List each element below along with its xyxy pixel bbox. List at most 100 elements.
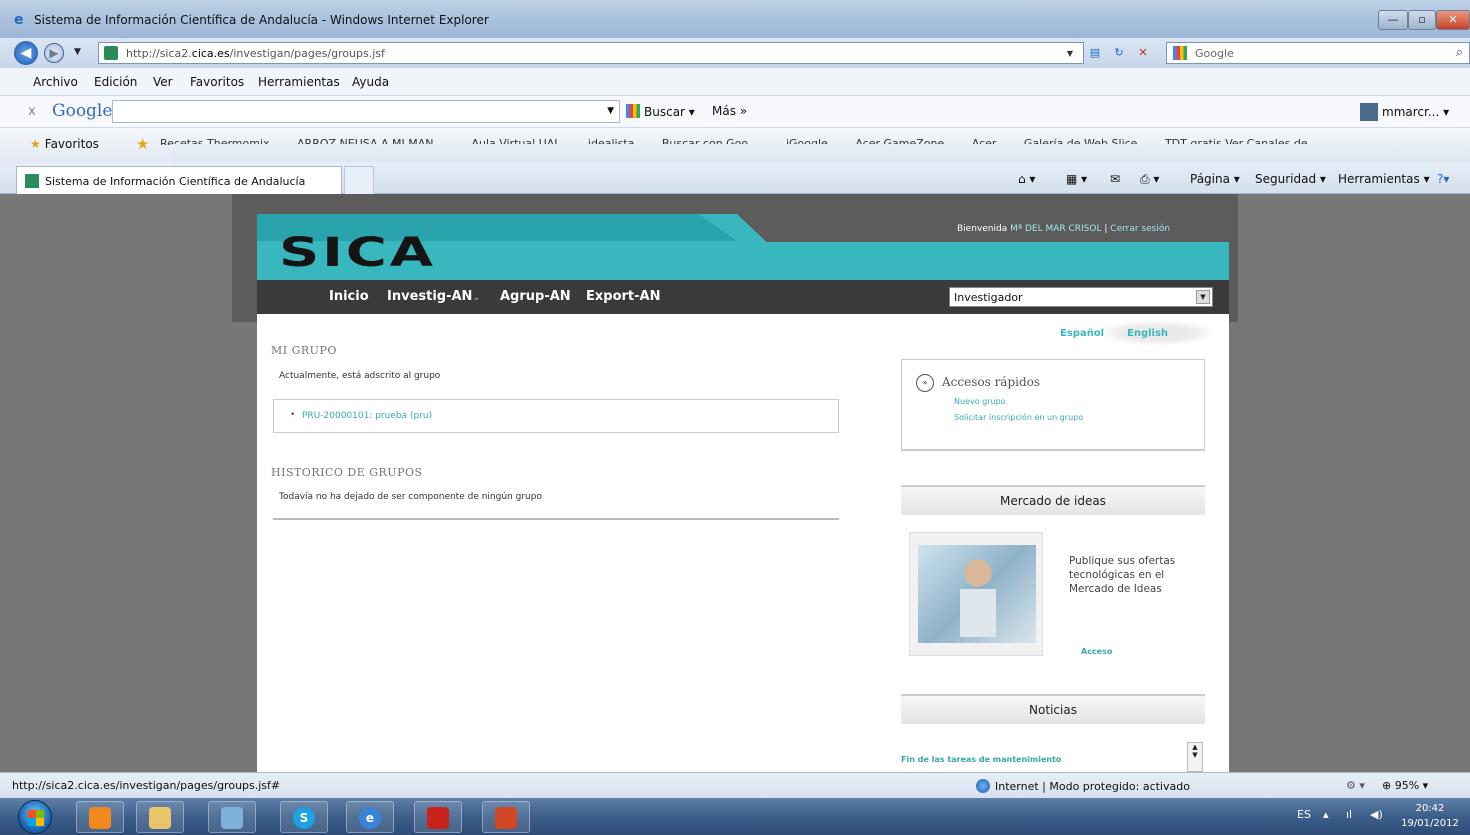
google-account-button[interactable]: mmarcr... ▾ xyxy=(1360,103,1449,121)
add-favorite-icon[interactable]: ★ xyxy=(136,135,149,153)
news-scrollbar[interactable]: ▲ ▼ xyxy=(1187,742,1203,772)
nav-agrup-an[interactable]: Agrup-AN xyxy=(500,289,571,304)
favorites-bar: ★ Favoritos ★ Recetas Thermomix ARROZ NEU… xyxy=(0,128,1470,162)
browser-search-box[interactable]: Google ⌕ xyxy=(1166,42,1470,64)
tray-arrow-icon[interactable]: ▴ xyxy=(1323,808,1329,821)
google-logo: Google xyxy=(52,101,113,121)
mas-button[interactable]: Más » xyxy=(712,104,747,118)
favorites-star-icon: ★ xyxy=(30,137,41,151)
menu-ayuda[interactable]: Ayuda xyxy=(352,75,389,89)
help-icon[interactable]: ?▾ xyxy=(1437,172,1449,186)
mercado-ideas-link[interactable]: Acceso xyxy=(1081,647,1112,656)
tab-sica[interactable]: Sistema de Información Científica de And… xyxy=(16,166,342,194)
home-icon[interactable]: ⌂ ▾ xyxy=(1018,172,1035,186)
new-group-link[interactable]: Nuevo grupo xyxy=(954,397,1006,406)
mi-grupo-text: Actualmente, está adscrito al grupo xyxy=(279,371,441,381)
media-player-taskbar-button[interactable] xyxy=(76,801,124,833)
explorer-taskbar-button[interactable] xyxy=(136,801,184,833)
volume-icon[interactable]: ◀) xyxy=(1370,808,1383,821)
print-icon[interactable]: ⎙ ▾ xyxy=(1140,172,1159,187)
toolbar-overlap xyxy=(172,144,1470,162)
noticias-header: Noticias xyxy=(901,694,1205,724)
sica-logo[interactable]: SICA xyxy=(279,230,436,276)
system-clock[interactable]: 20:42 19/01/2012 xyxy=(1400,801,1460,831)
address-url[interactable]: http://sica2.cica.es/investigan/pages/gr… xyxy=(126,47,385,60)
group-link[interactable]: PRU-20000101: prueba (pru) xyxy=(302,411,432,421)
globe-icon xyxy=(976,779,990,793)
new-tab-button[interactable] xyxy=(344,166,374,194)
news-item-link[interactable]: Fin de las tareas de mantenimiento xyxy=(901,755,1061,764)
powerpoint-icon xyxy=(495,807,517,829)
arrow-circle-icon: » xyxy=(916,374,934,392)
role-select[interactable]: Investigador ▼ xyxy=(949,287,1213,307)
site-favicon-icon xyxy=(104,46,118,60)
start-button[interactable] xyxy=(18,800,52,834)
forward-arrow-icon: ▶ xyxy=(49,46,59,60)
request-inscription-link[interactable]: Solicitar inscripción en un grupo xyxy=(954,413,1083,422)
menu-ver[interactable]: Ver xyxy=(153,75,173,89)
window-title-bar: e Sistema de Información Científica de A… xyxy=(0,0,1470,38)
address-bar[interactable]: http://sica2.cica.es/investigan/pages/gr… xyxy=(98,42,1084,64)
compatibility-view-icon[interactable]: ▤ xyxy=(1086,45,1104,61)
lang-espanol-link[interactable]: Español xyxy=(1060,328,1104,339)
powerpoint-taskbar-button[interactable] xyxy=(482,801,530,833)
site-favicon-icon xyxy=(25,174,39,188)
menu-bar: Archivo Edición Ver Favoritos Herramient… xyxy=(0,68,1470,96)
quick-access-panel: » Accesos rápidos Nuevo grupo Solicitar … xyxy=(901,359,1205,451)
search-icon[interactable]: ⌕ xyxy=(1456,45,1463,60)
security-menu[interactable]: Seguridad ▾ xyxy=(1255,172,1326,186)
search-provider-label: Google xyxy=(1195,47,1234,60)
ie-icon: e xyxy=(359,807,381,829)
menu-herramientas[interactable]: Herramientas xyxy=(258,75,340,89)
address-dropdown-icon[interactable]: ▼ xyxy=(1061,46,1079,62)
folder-icon xyxy=(149,807,171,829)
page-menu[interactable]: Página ▾ xyxy=(1190,172,1240,186)
favorites-button[interactable]: ★ Favoritos xyxy=(30,137,99,151)
pdf-icon xyxy=(427,807,449,829)
minimize-button[interactable]: — xyxy=(1378,10,1408,30)
google-search-input[interactable]: ▼ xyxy=(112,100,620,123)
refresh-icon[interactable]: ↻ xyxy=(1110,45,1128,61)
signal-icon[interactable]: ıl xyxy=(1346,808,1352,821)
welcome-message: Bienvenida Mª DEL MAR CRISOL | Cerrar se… xyxy=(957,224,1171,234)
settings-dropdown-icon[interactable]: ⚙ ▾ xyxy=(1346,779,1365,792)
back-arrow-icon: ◀ xyxy=(20,45,32,61)
mercado-ideas-header: Mercado de ideas xyxy=(901,485,1205,515)
status-url: http://sica2.cica.es/investigan/pages/gr… xyxy=(12,779,281,792)
skype-taskbar-button[interactable]: S xyxy=(280,801,328,833)
zoom-level[interactable]: ⊕ 95% ▾ xyxy=(1382,779,1428,792)
search-history-dropdown-icon[interactable]: ▼ xyxy=(607,106,614,116)
maximize-button[interactable]: ▫ xyxy=(1408,10,1436,30)
back-button[interactable]: ◀ xyxy=(14,41,38,65)
close-window-button[interactable]: ✕ xyxy=(1436,10,1470,30)
nav-inicio[interactable]: Inicio xyxy=(329,289,369,304)
mail-icon[interactable]: ✉ xyxy=(1110,172,1120,186)
tools-menu[interactable]: Herramientas ▾ xyxy=(1338,172,1430,186)
feeds-icon[interactable]: ▦ ▾ xyxy=(1066,172,1087,186)
logout-link[interactable]: Cerrar sesión xyxy=(1110,224,1170,234)
ie-taskbar-button[interactable]: e xyxy=(346,801,394,833)
nav-investig-an[interactable]: Investig-AN⌄ xyxy=(387,289,480,304)
lang-english-link[interactable]: English xyxy=(1127,328,1168,339)
language-indicator[interactable]: ES xyxy=(1297,808,1311,821)
history-dropdown-icon[interactable]: ▼ xyxy=(74,47,81,57)
buscar-button[interactable]: Buscar ▾ xyxy=(626,104,695,119)
nav-export-an[interactable]: Export-AN xyxy=(586,289,660,304)
google-toolbar: x Google ▼ Buscar ▾ Más » mmarcr... ▾ xyxy=(0,96,1470,128)
acrobat-taskbar-button[interactable] xyxy=(414,801,462,833)
security-zone[interactable]: Internet | Modo protegido: activado xyxy=(976,779,1190,793)
quick-access-title: Accesos rápidos xyxy=(942,375,1041,389)
tab-bar: Sistema de Información Científica de And… xyxy=(0,162,1470,194)
network-taskbar-button[interactable] xyxy=(208,801,256,833)
menu-favoritos[interactable]: Favoritos xyxy=(190,75,244,89)
google-search-provider-icon xyxy=(1173,46,1187,60)
mercado-ideas-image xyxy=(909,532,1043,656)
tab-label: Sistema de Información Científica de And… xyxy=(45,175,306,188)
stop-icon[interactable]: ✕ xyxy=(1134,45,1152,61)
menu-archivo[interactable]: Archivo xyxy=(33,75,78,89)
forward-button[interactable]: ▶ xyxy=(44,43,64,63)
close-toolbar-icon[interactable]: x xyxy=(28,104,36,119)
menu-edicion[interactable]: Edición xyxy=(94,75,137,89)
network-icon xyxy=(221,807,243,829)
historico-title: HISTORICO DE GRUPOS xyxy=(271,466,423,479)
